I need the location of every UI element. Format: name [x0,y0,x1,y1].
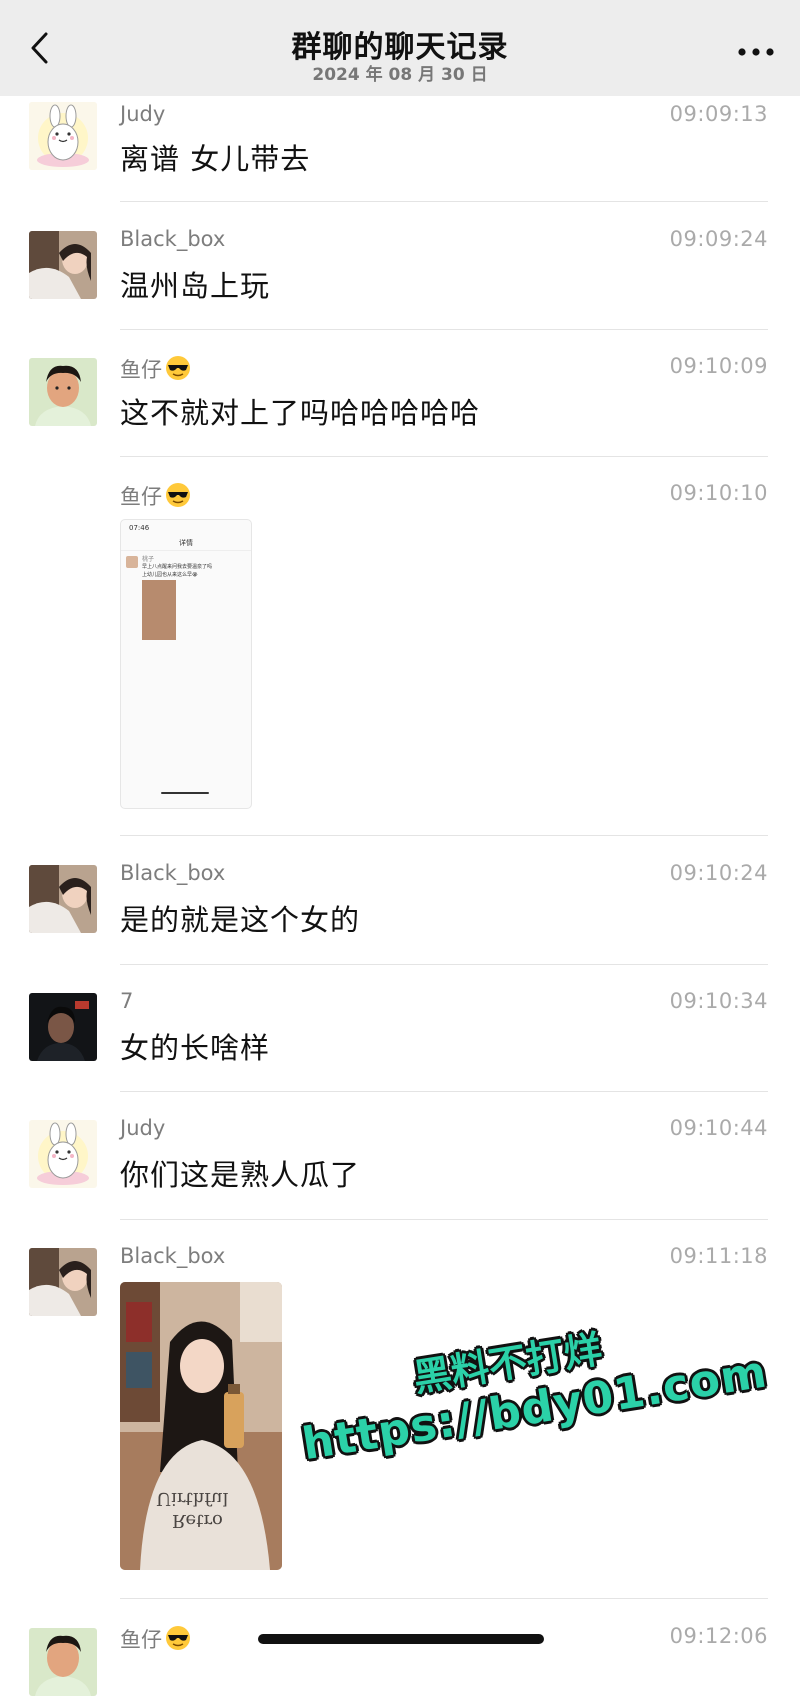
photo-placeholder [29,993,97,1061]
message-text: 是的就是这个女的 [120,903,361,937]
embedded-divider [121,550,251,551]
divider [120,964,768,965]
sender-name: Black_box [120,861,226,885]
watermark: 黑料不打烊 https://bdy01.com [292,1307,771,1513]
shirt-text-2: Retro [172,1510,223,1531]
message-time: 09:10:44 [669,1116,768,1140]
divider [120,1598,768,1599]
embedded-title: 详情 [179,539,193,547]
sender-name: 鱼仔 [120,354,191,384]
message-time: 09:10:34 [669,989,768,1013]
sender-name-text: 鱼仔 [120,1628,162,1652]
sender-name: 鱼仔 [120,1624,191,1654]
embedded-home-bar [161,792,209,794]
message-text: 离谱 女儿带去 [120,142,311,176]
sunglasses-emoji-icon [166,356,190,380]
message-time: 09:11:18 [669,1244,768,1268]
divider [120,1091,768,1092]
embedded-text-2: 上幼儿园也从来这么早😭 [142,572,198,578]
shirt-text-1: Uirthful [156,1488,229,1509]
girl-photo-avatar[interactable] [29,1248,97,1316]
sender-name: Black_box [120,1244,226,1268]
message-text: 温州岛上玩 [120,269,271,303]
message-time: 09:10:09 [669,354,768,378]
sunglasses-emoji-icon [166,1626,190,1650]
message-text: 女的长啥样 [120,1031,271,1065]
page-date: 2024 年 08 月 30 日 [312,65,488,85]
sender-name: Judy [120,102,166,126]
message-time: 09:10:24 [669,861,768,885]
divider [120,329,768,330]
more-dots-icon[interactable] [734,36,778,66]
message-text: 你们这是熟人瓜了 [120,1158,361,1192]
message-text: 这不就对上了吗哈哈哈哈哈 [120,396,481,430]
sender-name-text: 鱼仔 [120,485,162,509]
embedded-photo [142,580,176,640]
photo-placeholder [29,358,97,426]
dark-photo-avatar[interactable] [29,993,97,1061]
girl-photo-avatar[interactable] [29,865,97,933]
message-time: 09:10:10 [669,481,768,505]
girl-photo-avatar[interactable] [29,231,97,299]
embedded-name: 桃子 [142,556,155,563]
divider [120,835,768,836]
sunglasses-emoji-icon [166,483,190,507]
photo-placeholder [29,231,97,299]
photo-placeholder [29,1248,97,1316]
sender-name: Judy [120,1116,166,1140]
bunny-avatar[interactable] [29,102,97,170]
home-indicator[interactable] [258,1634,544,1644]
message-time: 09:09:13 [669,102,768,126]
divider [120,201,768,202]
embedded-avatar [126,556,138,568]
message-time: 09:12:06 [669,1624,768,1648]
bunny-icon [29,102,97,170]
photo-placeholder [29,865,97,933]
nav-header: 群聊的聊天记录 2024 年 08 月 30 日 [0,0,800,96]
photo-placeholder [29,1628,97,1696]
sender-name-text: 鱼仔 [120,358,162,382]
embedded-text-1: 早上八点醒来问我去要温泉了吗 [142,564,213,570]
sender-name: Black_box [120,227,226,251]
bunny-icon [29,1120,97,1188]
woman-photo[interactable]: Uirthful Retro [120,1282,282,1570]
sender-name: 7 [120,989,134,1013]
sender-name: 鱼仔 [120,481,191,511]
boy-photo-avatar[interactable] [29,1628,97,1696]
bunny-avatar[interactable] [29,1120,97,1188]
embedded-status-time: 07:46 [129,524,150,532]
divider [120,1219,768,1220]
divider [120,456,768,457]
screenshot-thumbnail[interactable]: 07:46 详情 桃子 早上八点醒来问我去要温泉了吗 上幼儿园也从来这么早😭 [120,519,252,809]
boy-photo-avatar[interactable] [29,358,97,426]
message-time: 09:09:24 [669,227,768,251]
